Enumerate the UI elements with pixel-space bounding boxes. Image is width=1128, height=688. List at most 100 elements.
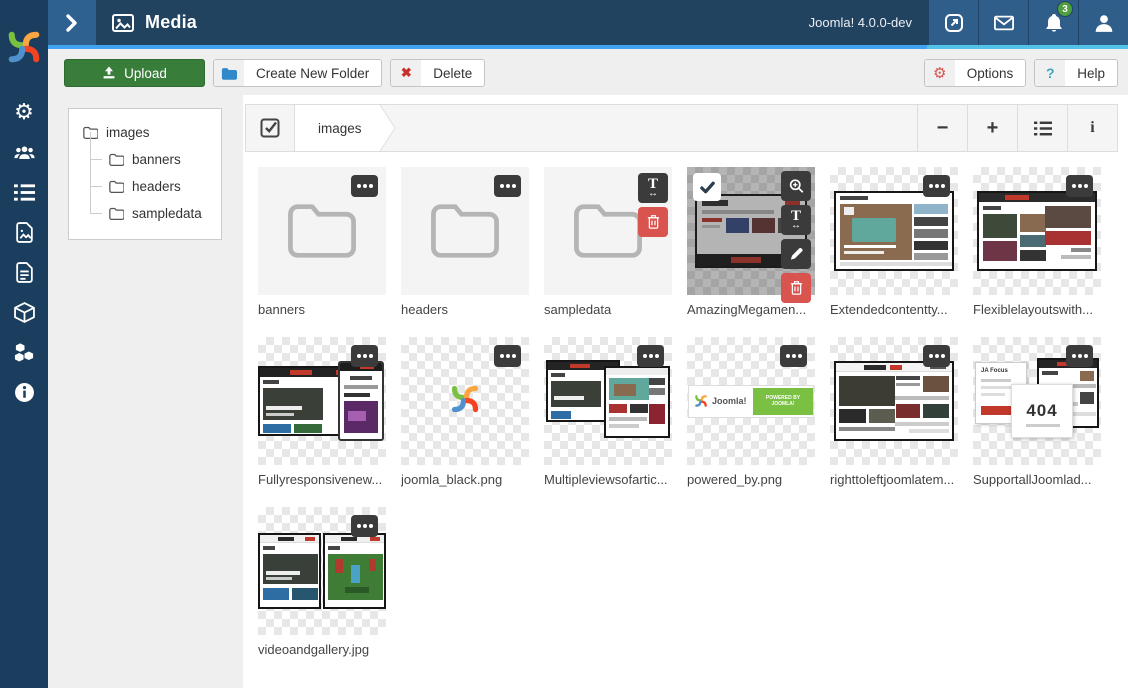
item-delete-button[interactable]: [781, 273, 811, 303]
select-all-checkbox[interactable]: [246, 105, 295, 151]
breadcrumb[interactable]: images: [295, 105, 396, 151]
media-tile-SupportallJoomlad[interactable]: JA Focus 404: [973, 337, 1101, 465]
item-menu-button[interactable]: [494, 345, 521, 367]
tree-item-label: banners: [132, 152, 181, 167]
media-tile-videoandgalleryjpg[interactable]: [258, 507, 386, 635]
item-menu-button[interactable]: [494, 175, 521, 197]
media-tile-Flexiblelayoutswith[interactable]: [973, 167, 1101, 295]
header-user-button[interactable]: [1078, 0, 1128, 45]
header-envelope-button[interactable]: [978, 0, 1028, 45]
tree-item-images[interactable]: images: [69, 119, 221, 146]
header-external-link-button[interactable]: [928, 0, 978, 45]
breadcrumb-current: images: [295, 121, 396, 136]
media-grid: banners headersT↔sampledata T↔ AmazingMega…: [243, 152, 1128, 677]
item-menu-button[interactable]: [351, 515, 378, 537]
item-menu-button[interactable]: [351, 175, 378, 197]
info-button[interactable]: i: [1067, 105, 1117, 151]
sidebar-item-media[interactable]: [0, 212, 48, 252]
media-grid-item: T↔ AmazingMegamen...: [687, 167, 815, 317]
help-button[interactable]: ? Help: [1034, 59, 1118, 87]
sidebar-expand-button[interactable]: [48, 0, 96, 45]
media-item-label: Multipleviewsofartic...: [544, 472, 672, 487]
media-item-label: banners: [258, 302, 386, 317]
sidebar-item-info[interactable]: [0, 372, 48, 412]
text-resize-icon: T↔: [648, 179, 658, 198]
header-bell-button[interactable]: 3: [1028, 0, 1078, 45]
joomla-logo-thumbnail: [447, 381, 483, 422]
sidebar-item-menus[interactable]: [0, 172, 48, 212]
list-view-button[interactable]: [1017, 105, 1067, 151]
admin-sidebar-rail: ⚙: [0, 0, 48, 688]
sidebar-item-extensions[interactable]: [0, 332, 48, 372]
ja-focus-text: JA Focus: [981, 368, 1008, 374]
item-menu-button[interactable]: [637, 345, 664, 367]
user-icon: [1094, 13, 1114, 33]
media-grid-item: Extendedcontentty...: [830, 167, 958, 317]
sidebar-item-users[interactable]: [0, 132, 48, 172]
check-icon: [699, 179, 716, 196]
media-grid-item: banners: [258, 167, 386, 317]
sidebar-item-cube[interactable]: [0, 292, 48, 332]
item-menu-button[interactable]: [1066, 345, 1093, 367]
cube-icon: [14, 302, 35, 323]
media-tile-banners[interactable]: [258, 167, 386, 295]
media-tile-powered_bypng[interactable]: Joomla! POWERED BY JOOMLA!: [687, 337, 815, 465]
item-menu-button[interactable]: [1066, 175, 1093, 197]
media-tile-sampledata[interactable]: T↔: [544, 167, 672, 295]
upload-button[interactable]: Upload: [64, 59, 205, 87]
pencil-icon: [789, 246, 804, 262]
media-grid-item: T↔sampledata: [544, 167, 672, 317]
decrease-thumb-size-button[interactable]: −: [917, 105, 967, 151]
media-grid-item: joomla_black.png: [401, 337, 529, 487]
item-delete-button[interactable]: [638, 207, 668, 237]
item-selected-check[interactable]: [693, 173, 721, 201]
item-edit-button[interactable]: [781, 239, 811, 269]
info-icon: i: [1090, 119, 1094, 137]
plus-icon: +: [987, 117, 999, 140]
item-preview-button[interactable]: [781, 171, 811, 201]
media-tile-righttoleftjoomlatem[interactable]: [830, 337, 958, 465]
question-icon: ?: [1046, 65, 1055, 81]
folder-icon: [284, 201, 360, 261]
sidebar-item-article[interactable]: [0, 252, 48, 292]
item-menu-button[interactable]: [780, 345, 807, 367]
media-grid-item: Joomla! POWERED BY JOOMLA! powered_by.pn…: [687, 337, 815, 487]
media-item-label: joomla_black.png: [401, 472, 529, 487]
trash-icon: [789, 280, 804, 296]
gear-icon: ⚙: [14, 101, 34, 123]
media-item-label: Extendedcontentty...: [830, 302, 958, 317]
item-rename-button[interactable]: T↔: [781, 205, 811, 235]
tree-item-label: images: [106, 125, 150, 140]
media-item-label: Fullyresponsivenew...: [258, 472, 386, 487]
media-tile-joomla_blackpng[interactable]: [401, 337, 529, 465]
folder-outline-icon: [109, 180, 124, 193]
media-tile-AmazingMegamen[interactable]: T↔: [687, 167, 815, 295]
item-menu-button[interactable]: [351, 345, 378, 367]
page-title-group: Media: [112, 0, 197, 45]
folder-icon: [427, 201, 503, 261]
error-404-text: 404: [1026, 401, 1057, 421]
item-rename-button[interactable]: T↔: [638, 173, 668, 203]
media-tile-headers[interactable]: [401, 167, 529, 295]
sidebar-item-gear[interactable]: ⚙: [0, 92, 48, 132]
options-button[interactable]: ⚙ Options: [924, 59, 1027, 87]
tree-item-sampledata[interactable]: sampledata: [69, 200, 221, 227]
media-item-label: Flexiblelayoutswith...: [973, 302, 1101, 317]
media-tile-Multipleviewsofartic[interactable]: [544, 337, 672, 465]
check-square-icon: [260, 118, 280, 138]
list-view-icon: [1034, 121, 1052, 136]
tree-item-banners[interactable]: banners: [69, 146, 221, 173]
item-menu-button[interactable]: [923, 175, 950, 197]
delete-button[interactable]: ✖ Delete: [390, 59, 485, 87]
media-tile-Extendedcontentty[interactable]: [830, 167, 958, 295]
folder-outline-icon: [109, 153, 124, 166]
increase-thumb-size-button[interactable]: +: [967, 105, 1017, 151]
media-item-label: AmazingMegamen...: [687, 302, 815, 317]
item-menu-button[interactable]: [923, 345, 950, 367]
tree-item-headers[interactable]: headers: [69, 173, 221, 200]
toolbar: Upload Create New Folder ✖ Delete ⚙ Opti…: [64, 59, 1118, 87]
create-folder-button[interactable]: Create New Folder: [213, 59, 382, 87]
menus-list-icon: [14, 182, 35, 203]
media-grid-item: headers: [401, 167, 529, 317]
media-tile-Fullyresponsivenew[interactable]: [258, 337, 386, 465]
